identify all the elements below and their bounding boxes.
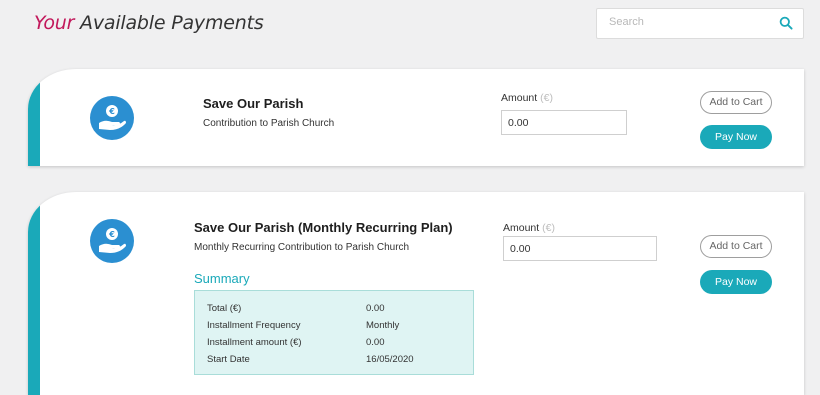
donation-hand-icon: € bbox=[90, 219, 134, 263]
payment-card: € Save Our Parish (Monthly Recurring Pla… bbox=[28, 192, 804, 395]
payment-card: € Save Our Parish Contribution to Parish… bbox=[28, 69, 804, 166]
card-accent-band bbox=[28, 192, 40, 395]
amount-label-text: Amount bbox=[503, 222, 540, 234]
payment-title: Save Our Parish (Monthly Recurring Plan) bbox=[194, 220, 453, 235]
summary-title: Summary bbox=[194, 271, 250, 286]
payment-subtitle: Contribution to Parish Church bbox=[203, 118, 335, 129]
amount-input[interactable] bbox=[501, 110, 627, 135]
pay-now-button[interactable]: Pay Now bbox=[700, 125, 772, 149]
summary-value: 0.00 bbox=[366, 337, 385, 348]
amount-unit: (€) bbox=[540, 92, 553, 104]
page-title: Your Available Payments bbox=[34, 12, 264, 34]
card-accent-band bbox=[28, 69, 40, 166]
search-icon[interactable] bbox=[779, 16, 793, 30]
amount-unit: (€) bbox=[542, 222, 555, 234]
amount-label-text: Amount bbox=[501, 92, 538, 104]
page-title-rest: Available Payments bbox=[74, 12, 264, 34]
amount-input[interactable] bbox=[503, 236, 657, 261]
summary-label: Installment Frequency bbox=[207, 320, 301, 331]
search-box[interactable] bbox=[596, 8, 804, 39]
add-to-cart-button[interactable]: Add to Cart bbox=[700, 91, 772, 114]
summary-label: Total (€) bbox=[207, 303, 242, 314]
summary-value: 16/05/2020 bbox=[366, 354, 414, 365]
add-to-cart-button[interactable]: Add to Cart bbox=[700, 235, 772, 258]
amount-label: Amount (€) bbox=[501, 92, 553, 104]
page-title-accent: Your bbox=[34, 12, 75, 34]
payment-subtitle: Monthly Recurring Contribution to Parish… bbox=[194, 242, 410, 253]
svg-text:€: € bbox=[108, 107, 115, 116]
summary-value: 0.00 bbox=[366, 303, 385, 314]
summary-box: Total (€) 0.00 Installment Frequency Mon… bbox=[194, 290, 474, 375]
svg-text:€: € bbox=[108, 230, 115, 239]
payment-title: Save Our Parish bbox=[203, 96, 304, 111]
search-input[interactable] bbox=[609, 16, 769, 28]
summary-value: Monthly bbox=[366, 320, 400, 331]
summary-label: Start Date bbox=[207, 354, 250, 365]
summary-label: Installment amount (€) bbox=[207, 337, 302, 348]
pay-now-button[interactable]: Pay Now bbox=[700, 270, 772, 294]
amount-label: Amount (€) bbox=[503, 222, 555, 234]
donation-hand-icon: € bbox=[90, 96, 134, 140]
